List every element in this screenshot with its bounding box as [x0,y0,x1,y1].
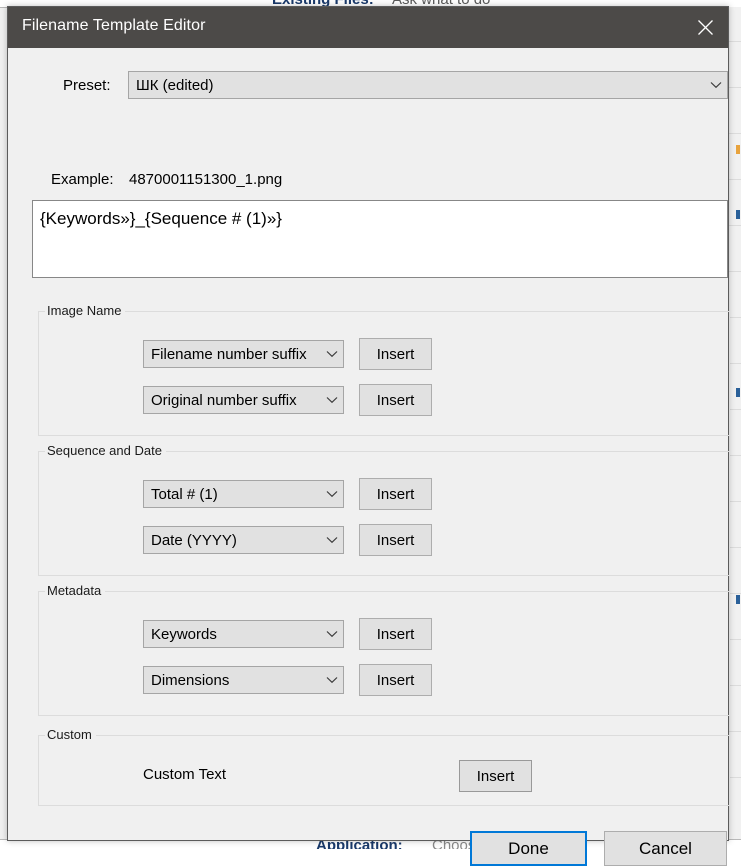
group-custom: Custom Custom Text Insert [38,735,730,806]
preset-selected-value: ШК (edited) [129,77,705,94]
filename-template-editor-dialog: Filename Template Editor Preset: ШК (edi… [7,6,729,841]
combo-value: Original number suffix [144,392,321,409]
example-value: 4870001151300_1.png [129,171,282,188]
group-title: Image Name [45,303,125,318]
insert-button-sequence-date-1[interactable]: Insert [359,478,432,510]
group-image-name: Image Name Filename number suffix Insert… [38,311,730,436]
combo-value: Total # (1) [144,486,321,503]
background-marker [736,595,740,604]
combo-value: Filename number suffix [144,346,321,363]
group-metadata: Metadata Keywords Insert Dimensions Inse… [38,591,730,716]
dialog-body: Preset: ШК (edited) Example: 48700011513… [8,48,728,841]
combo-value: Dimensions [144,672,321,689]
insert-button-metadata-2[interactable]: Insert [359,664,432,696]
chevron-down-icon [321,490,343,498]
background-marker [736,210,740,219]
preset-label: Preset: [63,77,111,94]
chevron-down-icon [321,350,343,358]
insert-button-metadata-1[interactable]: Insert [359,618,432,650]
combo-value: Date (YYYY) [144,532,321,549]
group-title: Custom [45,727,96,742]
group-sequence-and-date: Sequence and Date Total # (1) Insert Dat… [38,451,730,576]
metadata-token-select-1[interactable]: Keywords [143,620,344,648]
combo-value: Keywords [144,626,321,643]
chevron-down-icon [705,81,727,89]
example-label: Example: [51,171,114,188]
sequence-date-token-select-1[interactable]: Total # (1) [143,480,344,508]
close-icon[interactable] [682,7,728,48]
image-name-token-select-1[interactable]: Filename number suffix [143,340,344,368]
image-name-token-select-2[interactable]: Original number suffix [143,386,344,414]
group-title: Metadata [45,583,105,598]
background-marker [736,145,740,154]
chevron-down-icon [321,676,343,684]
chevron-down-icon [321,630,343,638]
background-marker [736,388,740,397]
dialog-title: Filename Template Editor [22,17,206,35]
custom-text-label: Custom Text [143,766,226,783]
insert-button-image-name-2[interactable]: Insert [359,384,432,416]
preset-select[interactable]: ШК (edited) [128,71,728,99]
dialog-title-bar: Filename Template Editor [8,7,728,48]
template-text-input[interactable]: {Keywords»}_{Sequence # (1)»} [32,200,728,278]
chevron-down-icon [321,536,343,544]
insert-button-custom-text[interactable]: Insert [459,760,532,792]
chevron-down-icon [321,396,343,404]
group-title: Sequence and Date [45,443,166,458]
sequence-date-token-select-2[interactable]: Date (YYYY) [143,526,344,554]
insert-button-sequence-date-2[interactable]: Insert [359,524,432,556]
insert-button-image-name-1[interactable]: Insert [359,338,432,370]
metadata-token-select-2[interactable]: Dimensions [143,666,344,694]
